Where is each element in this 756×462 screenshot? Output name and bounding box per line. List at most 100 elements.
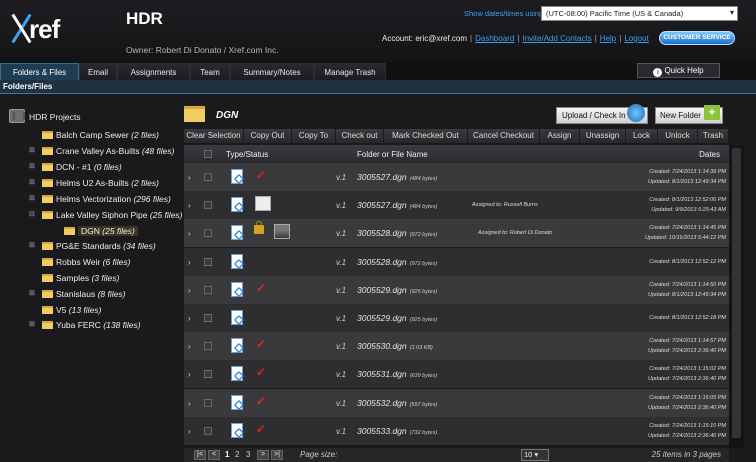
select-all-checkbox[interactable] bbox=[204, 150, 212, 158]
page-1[interactable]: 1 bbox=[225, 450, 229, 459]
table-row[interactable]: › ✓ v.1 3005531.dgn (639 bytes) Created: 7/24… bbox=[184, 360, 729, 388]
file-name[interactable]: 3005527.dgn (484 bytes) bbox=[357, 200, 437, 210]
file-name[interactable]: 3005528.dgn (972 bytes) bbox=[357, 257, 437, 267]
row-checkbox[interactable] bbox=[204, 370, 212, 378]
next-page-button[interactable]: > bbox=[257, 450, 269, 460]
cancel-checkout-button[interactable]: Cancel Checkout bbox=[468, 129, 540, 143]
mark-checked-out-button[interactable]: Mark Checked Out bbox=[384, 129, 468, 143]
logout-link[interactable]: Logout bbox=[624, 34, 648, 43]
page-3[interactable]: 3 bbox=[246, 450, 250, 459]
file-name[interactable]: 3005529.dgn (925 bytes) bbox=[357, 313, 437, 323]
tab-folders-files[interactable]: Folders & Files bbox=[0, 63, 79, 80]
expand-row-icon[interactable]: › bbox=[188, 229, 191, 238]
vertical-scrollbar[interactable] bbox=[729, 145, 744, 448]
expand-icon[interactable]: ⊞ bbox=[29, 176, 35, 190]
expand-icon[interactable]: ⊞ bbox=[29, 287, 35, 301]
help-link[interactable]: Help bbox=[600, 34, 616, 43]
file-icon[interactable] bbox=[231, 423, 243, 438]
tree-root-projects[interactable]: HDR Projects bbox=[9, 109, 80, 123]
file-name[interactable]: 3005532.dgn (597 bytes) bbox=[357, 398, 437, 408]
last-page-button[interactable]: >| bbox=[271, 450, 283, 460]
row-checkbox[interactable] bbox=[204, 399, 212, 407]
file-icon[interactable] bbox=[231, 282, 243, 297]
expand-row-icon[interactable]: › bbox=[188, 399, 191, 408]
expand-icon[interactable]: ⊞ bbox=[29, 192, 35, 206]
tree-node[interactable]: ⊟ Lake Valley Siphon Pipe (25 files) bbox=[29, 208, 183, 222]
expand-row-icon[interactable]: › bbox=[188, 342, 191, 351]
table-row[interactable]: › ✓ v.1 3005532.dgn (597 bytes) Created: 7/24… bbox=[184, 389, 729, 417]
customer-service-button[interactable]: CUSTOMER SERVICE bbox=[659, 31, 735, 45]
expand-row-icon[interactable]: › bbox=[188, 173, 191, 182]
page-size-select[interactable]: 10 ▾ bbox=[521, 449, 549, 461]
unassign-button[interactable]: Unassign bbox=[580, 129, 626, 143]
expand-icon[interactable]: ⊞ bbox=[29, 144, 35, 158]
row-checkbox[interactable] bbox=[204, 314, 212, 322]
upload-checkin-button[interactable]: Upload / Check In bbox=[556, 104, 648, 124]
row-checkbox[interactable] bbox=[204, 229, 212, 237]
file-icon[interactable] bbox=[231, 310, 243, 325]
scrollbar-thumb[interactable] bbox=[732, 148, 741, 438]
tree-node[interactable]: ⊞ Helms U2 As-Builts (2 files) bbox=[29, 176, 159, 190]
table-row[interactable]: › v.1 3005527.dgn (484 bytes) Assigned to: R… bbox=[184, 191, 729, 219]
file-icon[interactable] bbox=[231, 366, 243, 381]
table-row[interactable]: › ✓ v.1 3005527.dgn (484 bytes) Created: 7/24… bbox=[184, 163, 729, 191]
first-page-button[interactable]: |< bbox=[194, 450, 206, 460]
expand-row-icon[interactable]: › bbox=[188, 286, 191, 295]
expand-row-icon[interactable]: › bbox=[188, 427, 191, 436]
copy-out-button[interactable]: Copy Out bbox=[244, 129, 292, 143]
timezone-select[interactable]: (UTC-08:00) Pacific Time (US & Canada) ▾ bbox=[541, 6, 738, 21]
tree-node[interactable]: DGN (25 files) bbox=[64, 224, 138, 238]
col-file-name[interactable]: Folder or File Name bbox=[357, 150, 428, 159]
col-type-status[interactable]: Type/Status bbox=[226, 150, 268, 159]
col-dates[interactable]: Dates bbox=[699, 150, 720, 159]
table-row[interactable]: › v.1 3005528.dgn (972 bytes) Assigned to: R… bbox=[184, 219, 729, 247]
file-icon[interactable] bbox=[231, 338, 243, 353]
copy-to-button[interactable]: Copy To bbox=[292, 129, 336, 143]
table-row[interactable]: › v.1 3005529.dgn (925 bytes) Created: 8/1/2… bbox=[184, 304, 729, 332]
expand-row-icon[interactable]: › bbox=[188, 370, 191, 379]
tab-team[interactable]: Team bbox=[190, 63, 230, 80]
tab-email[interactable]: Email bbox=[79, 63, 117, 80]
tree-node[interactable]: Robbs Weir (6 files) bbox=[42, 255, 131, 269]
dashboard-link[interactable]: Dashboard bbox=[475, 34, 514, 43]
table-row[interactable]: › v.1 3005528.dgn (972 bytes) Created: 8/1/2… bbox=[184, 248, 729, 276]
collapse-icon[interactable]: ⊟ bbox=[29, 208, 35, 222]
check-out-button[interactable]: Check out bbox=[336, 129, 384, 143]
lock-button[interactable]: Lock bbox=[626, 129, 658, 143]
file-name[interactable]: 3005529.dgn (925 bytes) bbox=[357, 285, 437, 295]
file-name[interactable]: 3005531.dgn (639 bytes) bbox=[357, 369, 437, 379]
tree-node[interactable]: ⊞ PG&E Standards (34 files) bbox=[29, 239, 156, 253]
expand-icon[interactable]: ⊞ bbox=[29, 239, 35, 253]
tab-summary-notes[interactable]: Summary/Notes bbox=[230, 63, 314, 80]
row-checkbox[interactable] bbox=[204, 342, 212, 350]
tree-node[interactable]: ⊞ Crane Valley As-Builts (48 files) bbox=[29, 144, 174, 158]
row-checkbox[interactable] bbox=[204, 286, 212, 294]
file-name[interactable]: 3005527.dgn (484 bytes) bbox=[357, 172, 437, 182]
table-row[interactable]: › ✓ v.1 3005530.dgn (1.03 KB) Created: 7/24/2… bbox=[184, 332, 729, 360]
file-icon[interactable] bbox=[231, 225, 243, 240]
expand-icon[interactable]: ⊞ bbox=[29, 318, 35, 332]
tree-node[interactable]: V5 (13 files) bbox=[42, 303, 101, 317]
row-checkbox[interactable] bbox=[204, 427, 212, 435]
expand-row-icon[interactable]: › bbox=[188, 258, 191, 267]
file-icon[interactable] bbox=[231, 254, 243, 269]
row-checkbox[interactable] bbox=[204, 258, 212, 266]
expand-row-icon[interactable]: › bbox=[188, 201, 191, 210]
file-name[interactable]: 3005528.dgn (972 bytes) bbox=[357, 228, 437, 238]
page-2[interactable]: 2 bbox=[235, 450, 239, 459]
file-name[interactable]: 3005533.dgn (732 bytes) bbox=[357, 426, 437, 436]
prev-page-button[interactable]: < bbox=[208, 450, 220, 460]
invite-contacts-link[interactable]: Invite/Add Contacts bbox=[522, 34, 591, 43]
clear-selection-button[interactable]: Clear Selection bbox=[184, 129, 244, 143]
tree-node[interactable]: ⊞ DCN - #1 (0 files) bbox=[29, 160, 122, 174]
table-row[interactable]: › ✓ v.1 3005529.dgn (925 bytes) Created: 7/24… bbox=[184, 276, 729, 304]
unlock-button[interactable]: Unlock bbox=[658, 129, 698, 143]
expand-icon[interactable]: ⊞ bbox=[29, 160, 35, 174]
tree-node[interactable]: ⊞ Stanislaus (8 files) bbox=[29, 287, 125, 301]
tree-node[interactable]: ⊞ Yuba FERC (138 files) bbox=[29, 318, 141, 332]
expand-row-icon[interactable]: › bbox=[188, 314, 191, 323]
file-name[interactable]: 3005530.dgn (1.03 KB) bbox=[357, 341, 433, 351]
row-checkbox[interactable] bbox=[204, 173, 212, 181]
tab-assignments[interactable]: Assignments bbox=[117, 63, 190, 80]
assign-button[interactable]: Assign bbox=[540, 129, 580, 143]
